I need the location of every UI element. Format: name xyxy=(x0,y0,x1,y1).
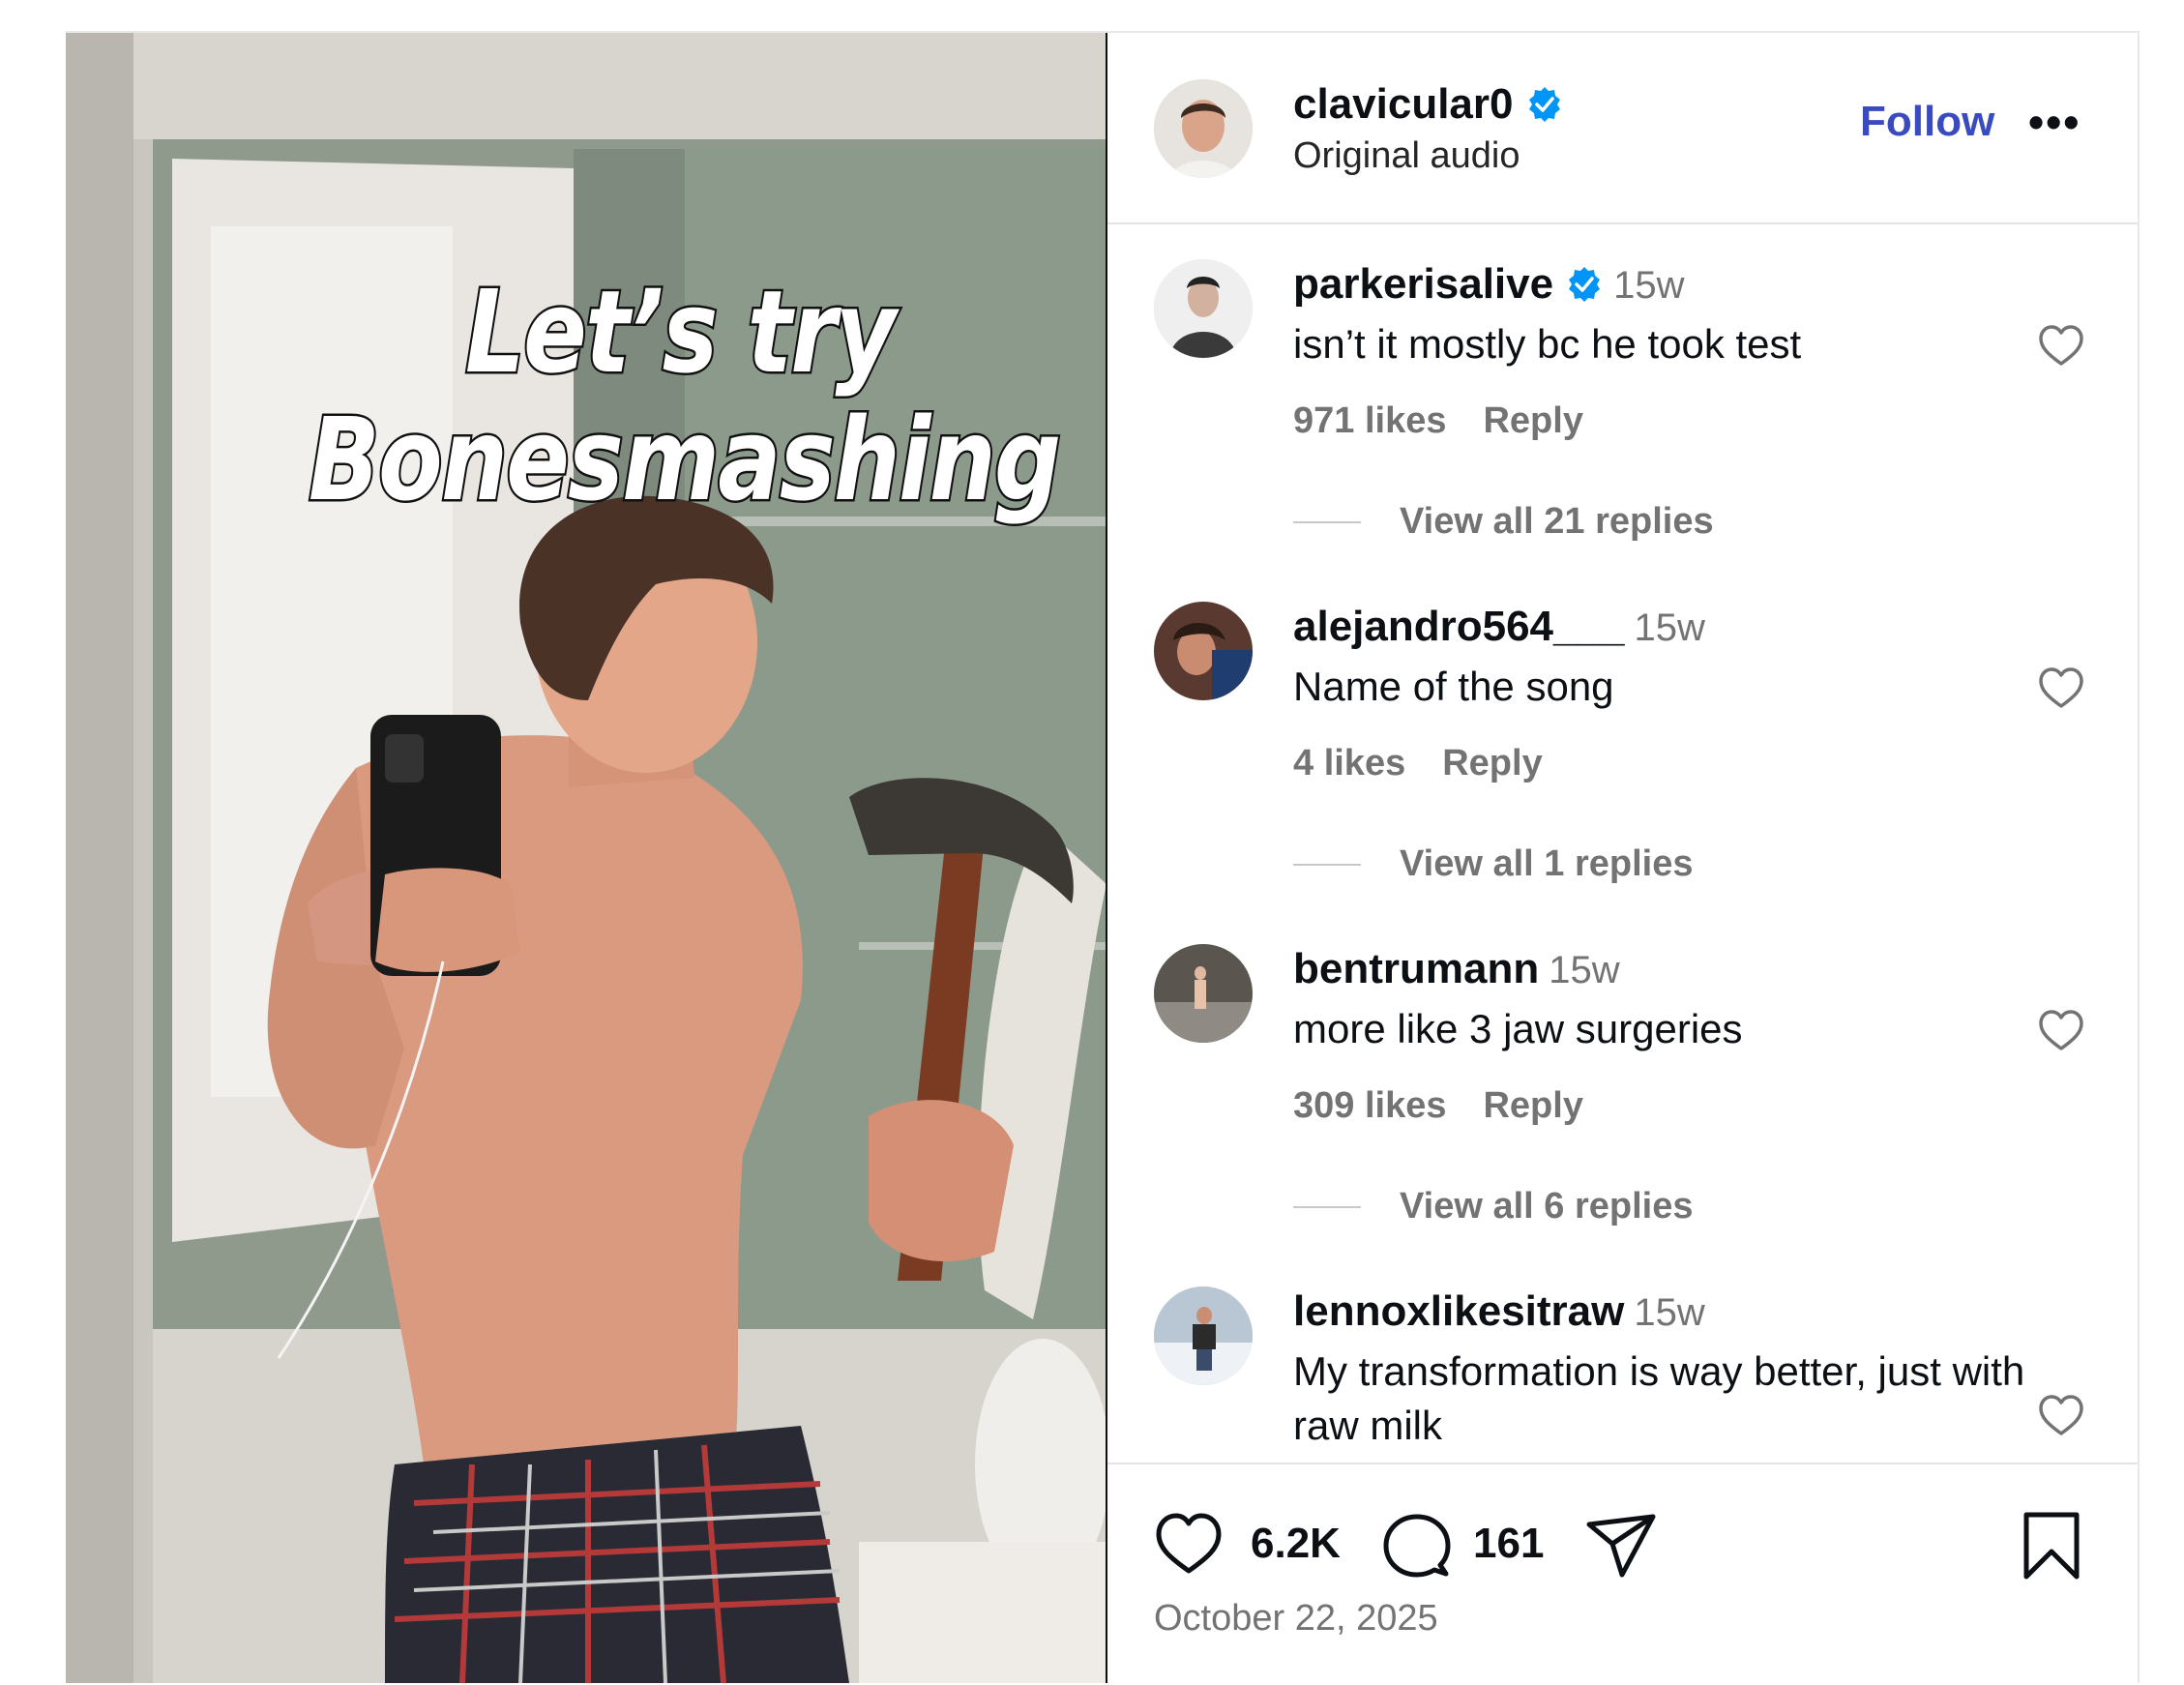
comment-likes[interactable]: 4 likes xyxy=(1293,743,1405,783)
comment-header: parkerisalive 15w xyxy=(1293,259,1684,310)
author-avatar[interactable] xyxy=(1154,79,1253,178)
comment-likes[interactable]: 309 likes xyxy=(1293,1085,1446,1126)
commenter-avatar[interactable] xyxy=(1154,944,1253,1043)
comment-header: bentrumann 15w xyxy=(1293,944,1620,995)
like-count[interactable]: 6.2K xyxy=(1251,1519,1341,1569)
comments-list[interactable]: parkerisalive 15w isn’t it mostly bc he t… xyxy=(1107,224,2138,1463)
view-replies-button[interactable]: View all 21 replies xyxy=(1400,499,1714,544)
bookmark-save-icon[interactable] xyxy=(2021,1511,2082,1581)
comment-username[interactable]: bentrumann xyxy=(1293,945,1539,992)
comment-text: Name of the song xyxy=(1293,664,1614,709)
heart-icon[interactable] xyxy=(2036,321,2086,371)
view-replies-button[interactable]: View all 6 replies xyxy=(1400,1184,1693,1228)
comment-meta: 4 likes Reply xyxy=(1293,741,1543,785)
replies-divider-line xyxy=(1293,1206,1361,1208)
comment-time: 15w xyxy=(1634,606,1705,649)
author-username-text[interactable]: clavicular0 xyxy=(1293,80,1514,128)
comment-header: lennoxlikesitraw 15w xyxy=(1293,1286,1705,1338)
post-header: clavicular0 Original audio Follow ••• xyxy=(1107,33,2138,224)
reply-button[interactable]: Reply xyxy=(1442,743,1542,783)
comment-likes[interactable]: 971 likes xyxy=(1293,400,1446,441)
share-send-icon[interactable] xyxy=(1585,1511,1657,1581)
overlay-caption-line1: Let’s try xyxy=(463,263,899,401)
comment-count[interactable]: 161 xyxy=(1473,1519,1544,1569)
replies-divider-line xyxy=(1293,521,1361,523)
view-replies-button[interactable]: View all 1 replies xyxy=(1400,842,1693,886)
comment-meta: 971 likes Reply xyxy=(1293,399,1583,443)
commenter-avatar[interactable] xyxy=(1154,1286,1253,1385)
comment-meta: 309 likes Reply xyxy=(1293,1083,1583,1128)
follow-button[interactable]: Follow xyxy=(1860,97,1994,147)
comment-time: 15w xyxy=(1634,1291,1705,1334)
reply-button[interactable]: Reply xyxy=(1483,1085,1582,1126)
more-options-button[interactable]: ••• xyxy=(2028,97,2081,147)
heart-icon[interactable] xyxy=(2036,1391,2086,1441)
comment-text: My transformation is way better, just wi… xyxy=(1293,1348,2025,1448)
commenter-avatar[interactable] xyxy=(1154,602,1253,700)
comment-text: isn’t it mostly bc he took test xyxy=(1293,321,1802,367)
post-media[interactable]: Let’s try Bonesmashing xyxy=(66,33,1107,1683)
like-heart-icon[interactable] xyxy=(1154,1511,1224,1577)
replies-divider-line xyxy=(1293,864,1361,866)
verified-badge-icon xyxy=(1528,87,1560,122)
commenter-avatar[interactable] xyxy=(1154,259,1253,358)
comment-username[interactable]: lennoxlikesitraw xyxy=(1293,1287,1624,1335)
heart-icon[interactable] xyxy=(2036,1006,2086,1056)
comment-time: 15w xyxy=(1613,264,1685,307)
comment-username[interactable]: parkerisalive xyxy=(1293,260,1553,308)
author-username[interactable]: clavicular0 xyxy=(1293,79,1564,130)
verified-badge-icon xyxy=(1569,267,1601,302)
heart-icon[interactable] xyxy=(2036,664,2086,714)
comment-username[interactable]: alejandro564___ xyxy=(1293,603,1624,650)
audio-label[interactable]: Original audio xyxy=(1293,133,1520,178)
comment-time: 15w xyxy=(1549,949,1620,991)
reply-button[interactable]: Reply xyxy=(1483,400,1582,441)
post-date: October 22, 2025 xyxy=(1154,1598,1438,1639)
comment-bubble-icon[interactable] xyxy=(1382,1511,1452,1581)
comment-header: alejandro564___ 15w xyxy=(1293,602,1705,653)
overlay-caption-line2: Bonesmashing xyxy=(307,391,1063,529)
comment-text: more like 3 jaw surgeries xyxy=(1293,1006,1743,1051)
post-actions: 6.2K 161 October 22, 2025 xyxy=(1107,1463,2138,1685)
